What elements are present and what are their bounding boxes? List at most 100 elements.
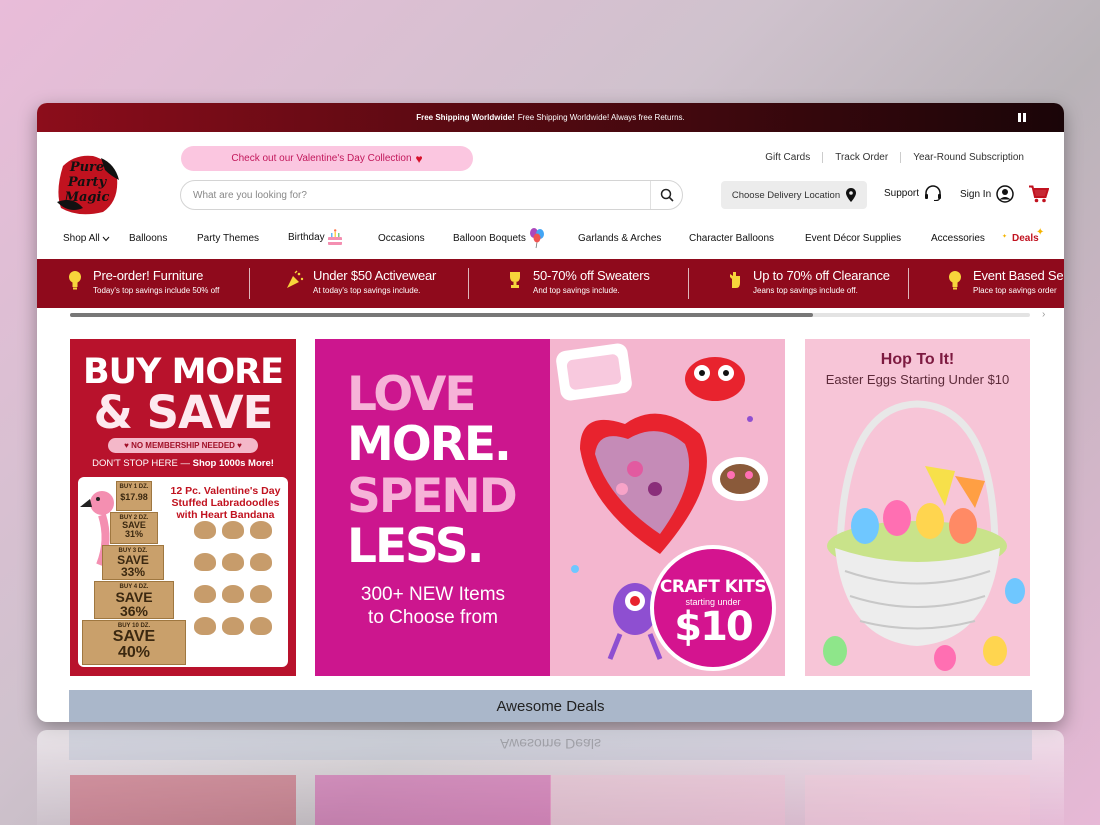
nav-accessories[interactable]: Accessories bbox=[931, 233, 985, 244]
banner-subtitle: 300+ NEW Items to Choose from bbox=[315, 583, 551, 629]
product-card: 12 Pc. Valentine's Day Stuffed Labradood… bbox=[78, 477, 288, 667]
banner-line-more: MORE. bbox=[347, 417, 512, 472]
logo-line1: Pure bbox=[69, 160, 104, 175]
banner-tagline: DON'T STOP HERE — Shop 1000s More! bbox=[70, 458, 296, 469]
subtitle-line1: 300+ NEW Items bbox=[360, 584, 506, 605]
pause-icon[interactable] bbox=[1018, 113, 1026, 122]
announcement-text: Free Shipping Worldwide! Always free Ret… bbox=[517, 113, 685, 122]
nav-event-decor[interactable]: Event Décor Supplies bbox=[805, 233, 901, 244]
buy-more-save-banner[interactable]: BUY MORE & SAVE ♥ NO MEMBERSHIP NEEDED ♥… bbox=[70, 339, 296, 676]
utility-links: Gift Cards Track Order Year-Round Subscr… bbox=[753, 152, 1036, 163]
browser-window: Free Shipping Worldwide! Free Shipping W… bbox=[37, 103, 1064, 722]
box-bot: 31% bbox=[124, 529, 143, 539]
logo-line3: Magic bbox=[64, 190, 110, 205]
nav-deals[interactable]: Deals bbox=[1012, 233, 1039, 244]
support-button[interactable]: Support bbox=[884, 185, 942, 201]
nav-occasions[interactable]: Occasions bbox=[378, 233, 425, 244]
tagline-bold: Shop 1000s More! bbox=[192, 458, 274, 469]
nav-label: Balloons bbox=[129, 233, 168, 244]
user-icon bbox=[996, 185, 1014, 203]
box-bot: 36% bbox=[119, 603, 149, 619]
site-header: Pure Party Magic Check out our Valentine… bbox=[37, 132, 1064, 223]
deal-subtitle: At today's top savings include. bbox=[313, 286, 421, 295]
brand-logo[interactable]: Pure Party Magic bbox=[53, 146, 121, 216]
reflection-text: Awesome Deals bbox=[500, 736, 601, 752]
banner-title: Hop To It! bbox=[880, 351, 955, 368]
deal-title: Up to 70% off Clearance bbox=[753, 268, 890, 283]
deals-scrollbar[interactable]: › bbox=[37, 308, 1064, 324]
box-mid: $17.98 bbox=[120, 492, 148, 502]
banner-line-spend: SPEND bbox=[347, 469, 518, 524]
banner-line-less: LESS. bbox=[347, 519, 484, 574]
chevron-down-icon bbox=[102, 236, 110, 241]
sign-in-button[interactable]: Sign In bbox=[960, 185, 1014, 203]
sparkle-icon: ✦ bbox=[1036, 227, 1045, 238]
deal-item[interactable]: Pre-order! Furniture Today's top savings … bbox=[65, 268, 219, 295]
box-mid: SAVE bbox=[115, 589, 153, 605]
box-mid: SAVE bbox=[112, 628, 156, 645]
announcement-bold: Free Shipping Worldwide! bbox=[416, 113, 515, 122]
deal-subtitle: And top savings include. bbox=[533, 286, 620, 295]
deal-item[interactable]: Under $50 Activewear At today's top savin… bbox=[285, 268, 436, 295]
nav-balloon-boquets[interactable]: Balloon Boquets bbox=[453, 227, 546, 249]
deal-subtitle: Place top savings order bbox=[973, 286, 1057, 295]
valentine-promo-pill[interactable]: Check out our Valentine's Day Collection… bbox=[181, 146, 473, 171]
deal-title: Pre-order! Furniture bbox=[93, 268, 204, 283]
search-bar bbox=[180, 180, 683, 210]
banner-subtitle: Easter Eggs Starting Under $10 bbox=[825, 372, 1010, 387]
cake-icon bbox=[327, 229, 342, 245]
nav-label: Character Balloons bbox=[689, 233, 775, 244]
cart-icon[interactable] bbox=[1029, 185, 1049, 203]
track-order-link[interactable]: Track Order bbox=[822, 152, 900, 163]
nav-label: Event Décor Supplies bbox=[805, 233, 902, 244]
location-pin-icon bbox=[846, 188, 857, 202]
craft-kits-banner[interactable]: CRAFT KITS starting under $10 bbox=[550, 339, 785, 676]
nav-shop-all[interactable]: Shop All bbox=[63, 233, 110, 244]
party-popper-icon bbox=[285, 268, 305, 292]
search-button[interactable] bbox=[650, 181, 682, 209]
easter-banner[interactable]: Hop To It! Easter Eggs Starting Under $1… bbox=[805, 339, 1030, 676]
deal-subtitle: Today's top savings include 50% off bbox=[93, 286, 220, 295]
promo-label: Check out our Valentine's Day Collection bbox=[231, 153, 412, 164]
window-reflection: Awesome Deals bbox=[37, 730, 1064, 825]
deal-item[interactable]: Up to 70% off Clearance Jeans top savings… bbox=[725, 268, 890, 295]
deal-title: Under $50 Activewear bbox=[313, 268, 437, 283]
love-more-banner[interactable]: LOVE MORE. SPEND LESS. 300+ NEW Items to… bbox=[315, 339, 551, 676]
deal-item[interactable]: Event Based Se Place top savings order bbox=[945, 268, 1064, 295]
search-icon bbox=[660, 188, 674, 202]
chevron-right-icon[interactable]: › bbox=[1042, 309, 1045, 320]
product-title: 12 Pc. Valentine's Day Stuffed Labradood… bbox=[170, 485, 281, 521]
deal-subtitle: Jeans top savings include off. bbox=[753, 286, 858, 295]
box-bot: 33% bbox=[120, 565, 146, 579]
nav-party-themes[interactable]: Party Themes bbox=[197, 233, 259, 244]
nav-label: Accessories bbox=[931, 233, 985, 244]
nav-garlands-arches[interactable]: Garlands & Arches bbox=[578, 233, 661, 244]
nav-label: Occasions bbox=[378, 233, 425, 244]
price-box: BUY 2 DZ. SAVE 31% bbox=[110, 512, 158, 544]
main-nav: Shop All Balloons Party Themes Birthday … bbox=[37, 223, 1064, 259]
subscription-link[interactable]: Year-Round Subscription bbox=[900, 152, 1036, 163]
balloons-icon bbox=[529, 228, 544, 249]
gift-cards-link[interactable]: Gift Cards bbox=[753, 152, 822, 163]
search-input[interactable] bbox=[181, 181, 650, 209]
awesome-deals-header: Awesome Deals bbox=[69, 690, 1032, 722]
scroll-thumb[interactable] bbox=[70, 313, 813, 317]
price-box: BUY 3 DZ. SAVE 33% bbox=[102, 545, 164, 580]
headset-icon bbox=[925, 185, 942, 201]
nav-birthday[interactable]: Birthday bbox=[288, 228, 343, 246]
nav-label: Party Themes bbox=[197, 233, 260, 244]
nav-character-balloons[interactable]: Character Balloons bbox=[689, 233, 774, 244]
banner-heading-line2: & SAVE bbox=[93, 386, 274, 439]
deal-item[interactable]: 50-70% off Sweaters And top savings inclu… bbox=[505, 268, 650, 295]
nav-balloons[interactable]: Balloons bbox=[129, 233, 167, 244]
lightbulb-icon bbox=[945, 268, 965, 292]
nav-label: Balloon Boquets bbox=[453, 232, 526, 244]
delivery-location-button[interactable]: Choose Delivery Location bbox=[721, 181, 867, 209]
box-top: BUY 1 DZ. bbox=[119, 484, 149, 490]
deal-title: 50-70% off Sweaters bbox=[533, 268, 650, 283]
nav-label: Shop All bbox=[63, 233, 100, 244]
signin-label: Sign In bbox=[960, 188, 992, 200]
announcement-bar: Free Shipping Worldwide! Free Shipping W… bbox=[37, 103, 1064, 132]
craft-kits-badge: CRAFT KITS starting under $10 bbox=[650, 545, 776, 671]
price-box: BUY 4 DZ. SAVE 36% bbox=[94, 581, 174, 619]
